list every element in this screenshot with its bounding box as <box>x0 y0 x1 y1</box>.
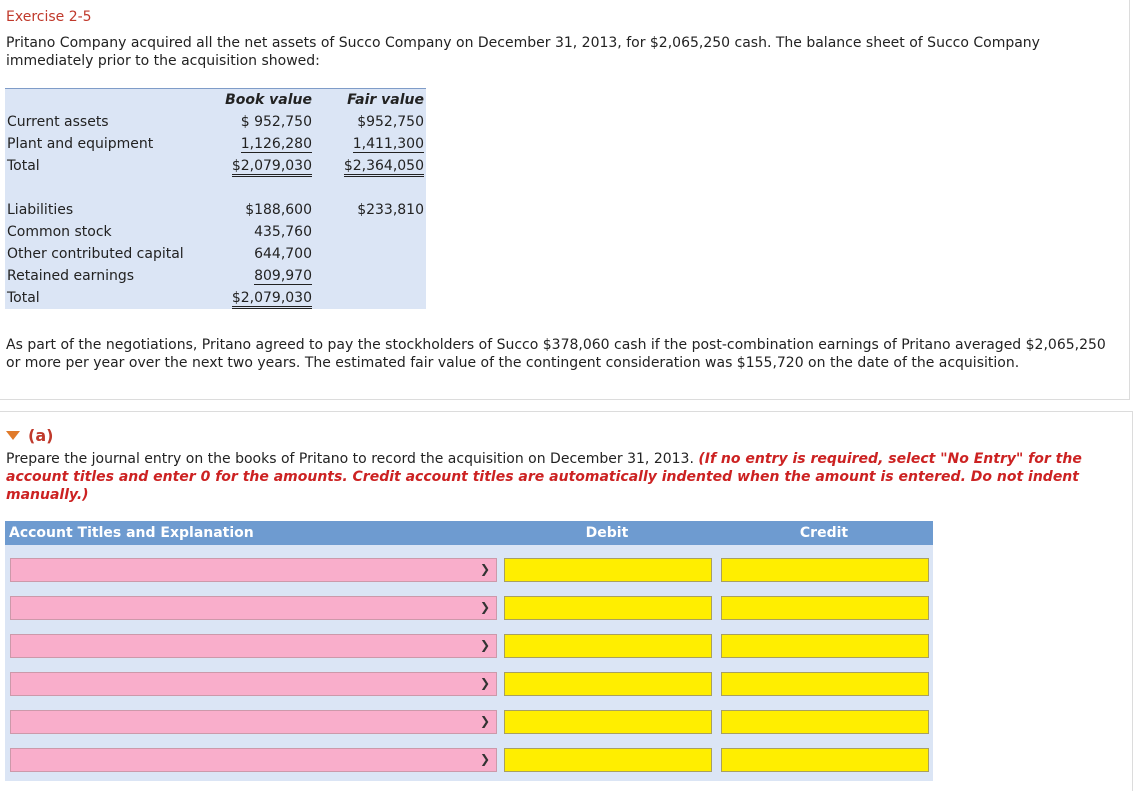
book-value: 809,970 <box>254 268 312 285</box>
part-a-label: (a) <box>28 426 54 445</box>
row-label: Common stock <box>7 224 112 240</box>
journal-row: ❯ <box>5 672 933 696</box>
row-label: Total <box>7 290 40 306</box>
book-value: $2,079,030 <box>231 158 312 177</box>
row-label: Liabilities <box>7 202 74 218</box>
table-row: Other contributed capital 644,700 <box>5 243 426 265</box>
table-row: Total $2,079,030 <box>5 287 426 309</box>
credit-input[interactable] <box>721 558 929 582</box>
balance-sheet-table: Book value Fair value Current assets $ 9… <box>5 88 426 309</box>
exercise-intro: Pritano Company acquired all the net ass… <box>6 35 1040 69</box>
book-value: 435,760 <box>254 224 312 240</box>
chevron-down-icon: ❯ <box>479 676 490 690</box>
negotiation-paragraph: As part of the negotiations, Pritano agr… <box>6 337 1106 371</box>
triangle-down-icon <box>6 431 20 440</box>
part-a-toggle[interactable]: (a) <box>6 425 53 445</box>
table-row: Retained earnings 809,970 <box>5 265 426 287</box>
part-a-instructions: Prepare the journal entry on the books o… <box>6 450 1118 504</box>
book-value: $2,079,030 <box>231 290 312 309</box>
credit-input[interactable] <box>721 634 929 658</box>
fair-value: 1,411,300 <box>352 136 424 153</box>
journal-row: ❯ <box>5 748 933 772</box>
chevron-down-icon: ❯ <box>479 752 490 766</box>
debit-input[interactable] <box>504 634 712 658</box>
journal-row: ❯ <box>5 596 933 620</box>
balance-sheet-header: Book value Fair value <box>5 88 426 111</box>
fair-value: $952,750 <box>357 114 424 130</box>
book-value: 644,700 <box>254 246 312 262</box>
credit-input[interactable] <box>721 710 929 734</box>
row-label: Current assets <box>7 114 109 130</box>
debit-input[interactable] <box>504 558 712 582</box>
account-titles-header: Account Titles and Explanation <box>9 525 254 541</box>
book-value: 1,126,280 <box>240 136 312 153</box>
account-select[interactable]: ❯ <box>10 710 497 734</box>
table-row: Common stock 435,760 <box>5 221 426 243</box>
journal-entry-table: Account Titles and Explanation Debit Cre… <box>5 521 933 781</box>
fair-value: $2,364,050 <box>343 158 424 177</box>
journal-header: Account Titles and Explanation Debit Cre… <box>5 521 933 545</box>
chevron-down-icon: ❯ <box>479 562 490 576</box>
chevron-down-icon: ❯ <box>479 714 490 728</box>
table-row: Plant and equipment 1,126,280 1,411,300 <box>5 133 426 155</box>
row-label: Total <box>7 158 40 174</box>
instruction-text: Prepare the journal entry on the books o… <box>6 451 694 467</box>
row-label: Retained earnings <box>7 268 135 284</box>
account-select[interactable]: ❯ <box>10 748 497 772</box>
chevron-down-icon: ❯ <box>479 638 490 652</box>
table-row: Total $2,079,030 $2,364,050 <box>5 155 426 177</box>
debit-input[interactable] <box>504 710 712 734</box>
table-row: Liabilities $188,600 $233,810 <box>5 199 426 221</box>
exercise-title: Exercise 2-5 <box>6 9 92 25</box>
account-select[interactable]: ❯ <box>10 558 497 582</box>
credit-header: Credit <box>799 525 849 541</box>
debit-input[interactable] <box>504 596 712 620</box>
credit-input[interactable] <box>721 748 929 772</box>
credit-input[interactable] <box>721 672 929 696</box>
book-value: $ 952,750 <box>240 114 312 130</box>
account-select[interactable]: ❯ <box>10 672 497 696</box>
row-label: Other contributed capital <box>7 246 184 262</box>
account-select[interactable]: ❯ <box>10 596 497 620</box>
book-value: $188,600 <box>245 202 312 218</box>
chevron-down-icon: ❯ <box>479 600 490 614</box>
row-label: Plant and equipment <box>7 136 154 152</box>
debit-header: Debit <box>585 525 629 541</box>
fair-value: $233,810 <box>357 202 424 218</box>
debit-input[interactable] <box>504 672 712 696</box>
table-row: Current assets $ 952,750 $952,750 <box>5 111 426 133</box>
credit-input[interactable] <box>721 596 929 620</box>
fair-value-header: Fair value <box>347 92 424 108</box>
debit-input[interactable] <box>504 748 712 772</box>
book-value-header: Book value <box>225 92 312 108</box>
spacer-row <box>5 177 426 199</box>
journal-row: ❯ <box>5 558 933 582</box>
account-select[interactable]: ❯ <box>10 634 497 658</box>
journal-row: ❯ <box>5 634 933 658</box>
journal-row: ❯ <box>5 710 933 734</box>
